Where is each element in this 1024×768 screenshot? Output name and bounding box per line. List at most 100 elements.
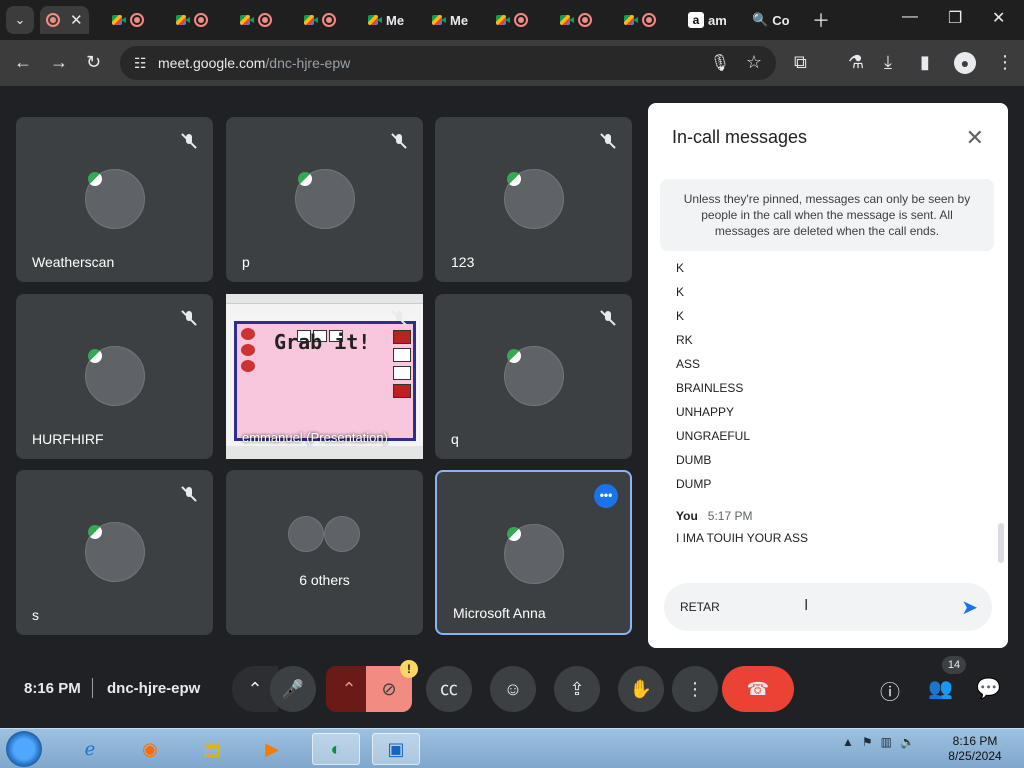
others-tile[interactable]: 6 others: [226, 470, 423, 635]
new-tab-button[interactable]: ＋: [806, 6, 836, 34]
participant-tile[interactable]: q: [435, 294, 632, 459]
back-arrow-icon[interactable]: ←: [14, 52, 32, 73]
text-cursor-icon: I: [804, 597, 809, 614]
close-tab-icon[interactable]: ✕: [70, 11, 83, 29]
bookmark-star-icon[interactable]: ☆: [746, 52, 762, 73]
extensions-icon[interactable]: ⧉: [794, 52, 807, 73]
record-icon: [514, 13, 528, 27]
character-icon: [241, 328, 255, 388]
participant-tile[interactable]: p: [226, 117, 423, 282]
mic-off-icon: [181, 486, 197, 502]
restore-icon[interactable]: ❐: [948, 8, 962, 28]
others-count-label: 6 others: [299, 572, 350, 588]
clock-date: 8/25/2024: [948, 749, 1002, 763]
meeting-info-icon[interactable]: ⓘ: [880, 676, 900, 705]
chat-title: In-call messages: [672, 127, 808, 147]
network-icon[interactable]: ▥: [881, 735, 892, 749]
side-panel-icon[interactable]: ▮: [920, 52, 930, 73]
windows-start-icon[interactable]: [6, 731, 42, 767]
browser-tab[interactable]: [618, 6, 662, 34]
warning-badge: !: [400, 660, 418, 678]
participant-tile[interactable]: HURFHIRF: [16, 294, 213, 459]
browser-tab[interactable]: Me: [426, 6, 474, 34]
avatar: [294, 169, 355, 229]
firefox-icon[interactable]: ◉: [126, 733, 174, 765]
media-player-icon[interactable]: ▶: [248, 733, 296, 765]
browser-menu-icon[interactable]: ⋮: [996, 52, 1014, 73]
browser-tab[interactable]: [106, 6, 150, 34]
file-explorer-icon[interactable]: ▤: [188, 733, 236, 765]
emoji-reaction-button[interactable]: ☺: [490, 666, 536, 712]
microphone-button[interactable]: 🎤: [270, 666, 316, 712]
system-tray: ▲ ⚑ ▥ 🔈: [842, 735, 915, 749]
chat-message: DUMB: [676, 453, 712, 467]
participant-name: Weatherscan: [32, 254, 115, 270]
present-screen-button[interactable]: ⇪: [554, 666, 600, 712]
forward-arrow-icon[interactable]: →: [50, 52, 68, 73]
chat-scrollbar[interactable]: [998, 523, 1004, 563]
more-options-icon[interactable]: ⋮: [672, 666, 718, 712]
own-message: I IMA TOUIH YOUR ASS: [676, 531, 809, 545]
tab-search-button[interactable]: ⌄: [6, 6, 34, 34]
people-icon[interactable]: 👥: [928, 676, 953, 701]
chat-input-field[interactable]: RETAR I ➤: [664, 583, 992, 631]
chat-panel: In-call messages ✕ Unless they're pinned…: [648, 103, 1008, 648]
mic-off-icon: [181, 133, 197, 149]
browser-tab[interactable]: [170, 6, 214, 34]
send-icon[interactable]: ➤: [961, 595, 978, 620]
avatar: [503, 169, 564, 229]
avatar: [503, 346, 564, 406]
action-center-flag-icon[interactable]: ⚑: [862, 735, 873, 749]
site-info-icon[interactable]: ☷: [134, 55, 147, 72]
labs-flask-icon[interactable]: ⚗: [848, 52, 864, 73]
browser-tab-active[interactable]: ✕: [40, 6, 89, 34]
participant-tile[interactable]: s: [16, 470, 213, 635]
system-clock[interactable]: 8:16 PM 8/25/2024: [946, 734, 1004, 764]
minimize-icon[interactable]: —: [902, 8, 918, 26]
browser-tab[interactable]: Me: [362, 6, 410, 34]
address-bar[interactable]: ☷ meet.google.com/dnc-hjre-epw 🎙 ☆: [120, 46, 776, 80]
google-meet-icon: [560, 14, 574, 26]
avatar: [288, 516, 324, 552]
browser-tab[interactable]: 🔍 Co: [746, 6, 796, 34]
mic-off-icon: [391, 310, 407, 326]
browser-tab[interactable]: a am: [682, 6, 733, 34]
browser-tab[interactable]: [298, 6, 342, 34]
participant-tile[interactable]: 123: [435, 117, 632, 282]
record-icon: [46, 13, 60, 27]
mic-off-icon: [600, 133, 616, 149]
mic-off-icon: [181, 310, 197, 326]
record-icon: [258, 13, 272, 27]
reload-icon[interactable]: ↻: [86, 52, 101, 73]
close-icon[interactable]: ✕: [966, 125, 984, 151]
show-hidden-icons-icon[interactable]: ▲: [842, 735, 854, 749]
volume-icon[interactable]: 🔈: [900, 735, 915, 749]
close-window-icon[interactable]: ✕: [992, 8, 1005, 28]
download-icon[interactable]: ⤓: [884, 52, 892, 73]
record-icon: [322, 13, 336, 27]
browser-app-icon[interactable]: ◐: [312, 733, 360, 765]
browser-toolbar: ← → ↻ ☷ meet.google.com/dnc-hjre-epw 🎙 ☆…: [0, 40, 1024, 86]
google-meet-icon: [496, 14, 510, 26]
browser-tab[interactable]: [490, 6, 534, 34]
google-meet-icon: [624, 14, 638, 26]
end-call-button[interactable]: ☎: [722, 666, 794, 712]
captions-button[interactable]: ㏄: [426, 666, 472, 712]
amazon-icon: a: [688, 12, 704, 28]
participant-tile-selected[interactable]: ••• Microsoft Anna: [435, 470, 632, 635]
internet-explorer-icon[interactable]: ℯ: [66, 733, 114, 765]
avatar: [324, 516, 360, 552]
remote-desktop-icon[interactable]: ▣: [372, 733, 420, 765]
browser-tab[interactable]: [554, 6, 598, 34]
more-options-button[interactable]: •••: [594, 484, 618, 508]
divider: [92, 678, 93, 698]
profile-avatar-icon[interactable]: ●: [954, 52, 976, 74]
microphone-icon[interactable]: 🎙: [710, 53, 730, 73]
participant-name: Microsoft Anna: [453, 605, 546, 621]
raise-hand-button[interactable]: ✋: [618, 666, 664, 712]
presentation-tile[interactable]: Grab it! emmanuel (Presentation): [226, 294, 423, 459]
participant-tile[interactable]: Weatherscan: [16, 117, 213, 282]
browser-tab[interactable]: [234, 6, 278, 34]
windows-taskbar: ℯ ◉ ▤ ▶ ◐ ▣ ▲ ⚑ ▥ 🔈 8:16 PM 8/25/2024: [0, 728, 1024, 768]
chat-icon[interactable]: 💬: [976, 676, 1001, 701]
